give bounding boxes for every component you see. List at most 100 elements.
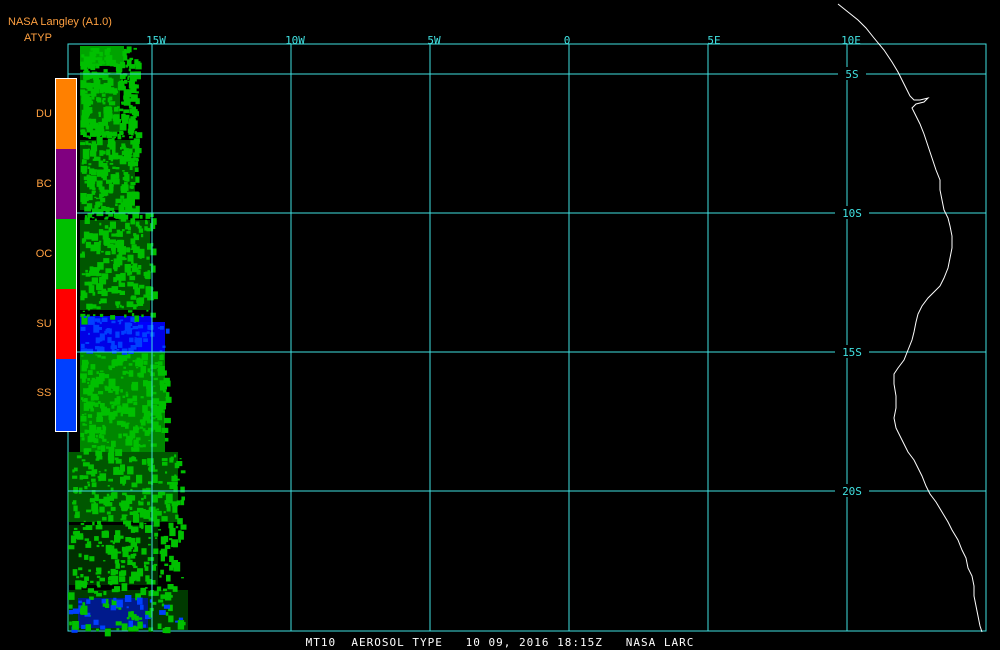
aerosol-pixel [92, 304, 97, 309]
aerosol-pixel [97, 247, 100, 251]
aerosol-pixel [82, 359, 89, 369]
aerosol-pixel [132, 360, 135, 363]
aerosol-pixel [142, 405, 148, 413]
aerosol-pixel [136, 437, 141, 441]
aerosol-pixel [80, 522, 85, 525]
aerosol-pixel [80, 605, 88, 615]
aerosol-pixel [82, 527, 87, 530]
aerosol-pixel [142, 428, 146, 432]
aerosol-pixel [145, 525, 152, 533]
aerosol-pixel [143, 380, 148, 387]
aerosol-pixel [114, 559, 120, 564]
aerosol-pixel [110, 540, 114, 543]
aerosol-pixel [143, 272, 151, 276]
aerosol-pixel [120, 413, 123, 417]
aerosol-pixel [78, 487, 83, 491]
aerosol-pixel [134, 71, 141, 80]
aerosol-pixel [97, 354, 101, 358]
aerosol-pixel [135, 331, 140, 336]
aerosol-pixel [158, 481, 163, 484]
aerosol-pixel [180, 499, 185, 506]
aerosol-pixel [97, 585, 101, 588]
aerosol-pixel [126, 46, 132, 53]
aerosol-pixel [135, 337, 143, 348]
aerosol-pixel [180, 524, 187, 530]
aerosol-pixel [99, 313, 104, 317]
aerosol-pixel [72, 475, 78, 479]
aerosol-pixel [118, 433, 122, 439]
aerosol-pixel [83, 149, 87, 151]
aerosol-pixel [110, 223, 113, 227]
aerosol-pixel [173, 544, 178, 548]
aerosol-pixel [99, 506, 105, 513]
aerosol-pixel [172, 586, 178, 592]
aerosol-pixel [84, 485, 88, 490]
aerosol-pixel [125, 514, 128, 516]
aerosol-pixel [94, 196, 97, 199]
aerosol-pixel [157, 366, 165, 376]
aerosol-pixel [85, 100, 91, 106]
aerosol-pixel [131, 187, 134, 189]
lon-label: 15W [146, 34, 166, 47]
aerosol-pixel [88, 270, 96, 275]
aerosol-pixel [123, 214, 129, 220]
aerosol-pixel [154, 532, 159, 537]
aerosol-pixel [112, 154, 116, 159]
aerosol-pixel [73, 527, 78, 530]
aerosol-pixel [146, 309, 149, 312]
aerosol-pixel [157, 327, 161, 329]
aerosol-pixel [164, 500, 168, 505]
aerosol-pixel [87, 483, 90, 487]
aerosol-pixel [116, 599, 123, 608]
aerosol-pixel [91, 482, 97, 488]
aerosol-pixel [164, 563, 169, 566]
aerosol-pixel [128, 203, 132, 207]
aerosol-pixel [120, 195, 125, 199]
aerosol-pixel [113, 115, 118, 122]
aerosol-pixel [146, 392, 152, 397]
aerosol-pixel [139, 225, 142, 229]
aerosol-pixel [161, 516, 168, 522]
aerosol-pixel [99, 193, 104, 197]
aerosol-pixel [110, 447, 115, 451]
aerosol-pixel [137, 507, 144, 513]
aerosol-pixel [106, 446, 109, 449]
aerosol-pixel [97, 338, 101, 342]
aerosol-pixel [121, 143, 126, 149]
aerosol-pixel [158, 401, 166, 409]
lon-label: 10W [285, 34, 305, 47]
aerosol-pixel [140, 587, 147, 596]
aerosol-pixel [129, 337, 134, 343]
aerosol-pixel [81, 273, 86, 276]
aerosol-pixel [137, 444, 141, 447]
aerosol-pixel [89, 168, 95, 175]
aerosol-pixel [124, 314, 127, 318]
aerosol-pixel [120, 518, 123, 521]
aerosol-pixel [118, 607, 122, 610]
aerosol-pixel [136, 357, 141, 361]
aerosol-pixel [161, 410, 165, 413]
legend-swatch-du [56, 79, 76, 149]
aerosol-pixel [135, 61, 141, 68]
aerosol-pixel [96, 306, 101, 310]
aerosol-pixel [113, 178, 120, 185]
aerosol-pixel [145, 221, 148, 225]
aerosol-pixel [126, 422, 130, 425]
aerosol-pixel [161, 537, 165, 540]
aerosol-pixel [108, 515, 114, 522]
aerosol-pixel [107, 243, 114, 249]
aerosol-pixel [85, 269, 88, 273]
aerosol-pixel [158, 529, 161, 531]
aerosol-pixel [85, 241, 91, 249]
aerosol-pixel [134, 192, 140, 200]
aerosol-pixel [164, 417, 171, 424]
aerosol-pixel [131, 447, 137, 452]
aerosol-pixel [178, 531, 184, 540]
lat-label: 15S [842, 346, 862, 359]
aerosol-pixel [108, 101, 116, 106]
aerosol-pixel [117, 551, 122, 554]
aerosol-pixel [80, 432, 85, 437]
aerosol-pixel [153, 518, 156, 521]
aerosol-pixel [134, 287, 140, 295]
aerosol-pixel [164, 545, 171, 549]
